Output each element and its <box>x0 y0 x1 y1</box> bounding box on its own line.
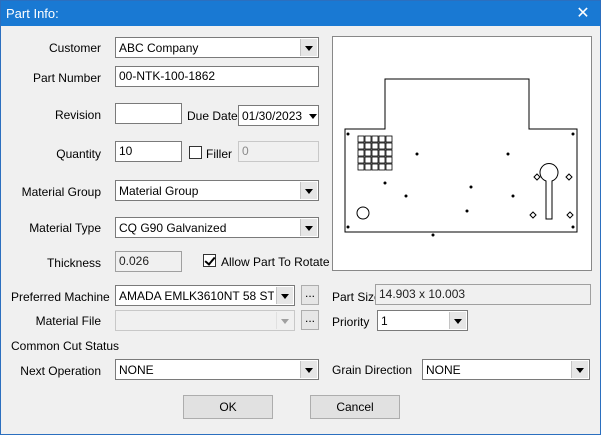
customer-label: Customer <box>48 41 101 55</box>
allow-rotate-label: Allow Part To Rotate <box>221 255 330 269</box>
chevron-down-icon[interactable] <box>449 312 466 329</box>
part-drawing <box>344 78 578 237</box>
filler-checkbox[interactable] <box>189 146 202 159</box>
material-group-value: Material Group <box>119 184 199 198</box>
ok-button[interactable]: OK <box>183 395 273 419</box>
material-type-value: CQ G90 Galvanized <box>119 221 227 235</box>
chevron-down-icon[interactable] <box>276 287 293 304</box>
material-type-select[interactable]: CQ G90 Galvanized <box>115 217 319 238</box>
close-icon[interactable]: ✕ <box>566 1 600 26</box>
chevron-down-icon[interactable] <box>300 219 317 236</box>
filler-field[interactable]: 0 <box>238 141 319 162</box>
revision-label: Revision <box>54 108 101 122</box>
chevron-down-icon <box>276 312 293 329</box>
part-number-field[interactable]: 00-NTK-100-1862 <box>115 66 319 87</box>
material-file-label: Material File <box>35 314 101 328</box>
material-type-label: Material Type <box>29 221 101 235</box>
chevron-down-icon[interactable] <box>305 107 317 124</box>
quantity-field[interactable]: 10 <box>115 141 182 162</box>
quantity-label: Quantity <box>56 147 101 161</box>
due-date-value: 01/30/2023 <box>242 109 303 123</box>
thickness-field: 0.026 <box>115 251 182 272</box>
window-title: Part Info: <box>6 6 59 21</box>
revision-field[interactable] <box>115 103 182 124</box>
material-file-browse-button[interactable]: ... <box>301 310 319 330</box>
material-file-select[interactable] <box>115 310 295 331</box>
part-info-dialog: Part Info: ✕ Customer ABC Company Part N… <box>0 0 601 435</box>
material-group-label: Material Group <box>21 185 101 199</box>
customer-value: ABC Company <box>119 41 199 55</box>
title-bar: Part Info: ✕ <box>1 1 600 26</box>
allow-rotate-checkbox[interactable] <box>203 254 216 267</box>
next-operation-value: NONE <box>119 363 154 377</box>
due-date-picker[interactable]: 01/30/2023 <box>238 105 319 126</box>
chevron-down-icon[interactable] <box>571 361 588 378</box>
part-number-label: Part Number <box>32 71 101 85</box>
customer-select[interactable]: ABC Company <box>115 37 319 58</box>
cancel-button[interactable]: Cancel <box>310 395 400 419</box>
next-operation-select[interactable]: NONE <box>115 359 319 380</box>
next-operation-label: Next Operation <box>20 364 101 378</box>
chevron-down-icon[interactable] <box>300 361 317 378</box>
grain-direction-select[interactable]: NONE <box>422 359 590 380</box>
chevron-down-icon[interactable] <box>300 39 317 56</box>
priority-select[interactable]: 1 <box>377 310 468 331</box>
part-preview <box>332 36 592 271</box>
part-size-label: Part Size <box>332 290 381 304</box>
grain-direction-label: Grain Direction <box>332 363 413 377</box>
priority-label: Priority <box>332 315 370 329</box>
material-group-select[interactable]: Material Group <box>115 180 319 201</box>
part-size-field: 14.903 x 10.003 <box>375 284 591 305</box>
preferred-machine-label: Preferred Machine <box>11 290 110 304</box>
preferred-machine-value: AMADA EMLK3610NT 58 STA 4 <box>119 289 274 303</box>
thickness-label: Thickness <box>46 256 101 270</box>
due-date-label: Due Date <box>187 109 238 123</box>
chevron-down-icon[interactable] <box>300 182 317 199</box>
preferred-machine-browse-button[interactable]: ... <box>301 285 319 305</box>
preferred-machine-select[interactable]: AMADA EMLK3610NT 58 STA 4 <box>115 285 295 306</box>
common-cut-status-label: Common Cut Status <box>11 339 120 353</box>
grain-direction-value: NONE <box>426 363 461 377</box>
priority-value: 1 <box>381 314 388 328</box>
filler-label: Filler <box>206 147 232 161</box>
